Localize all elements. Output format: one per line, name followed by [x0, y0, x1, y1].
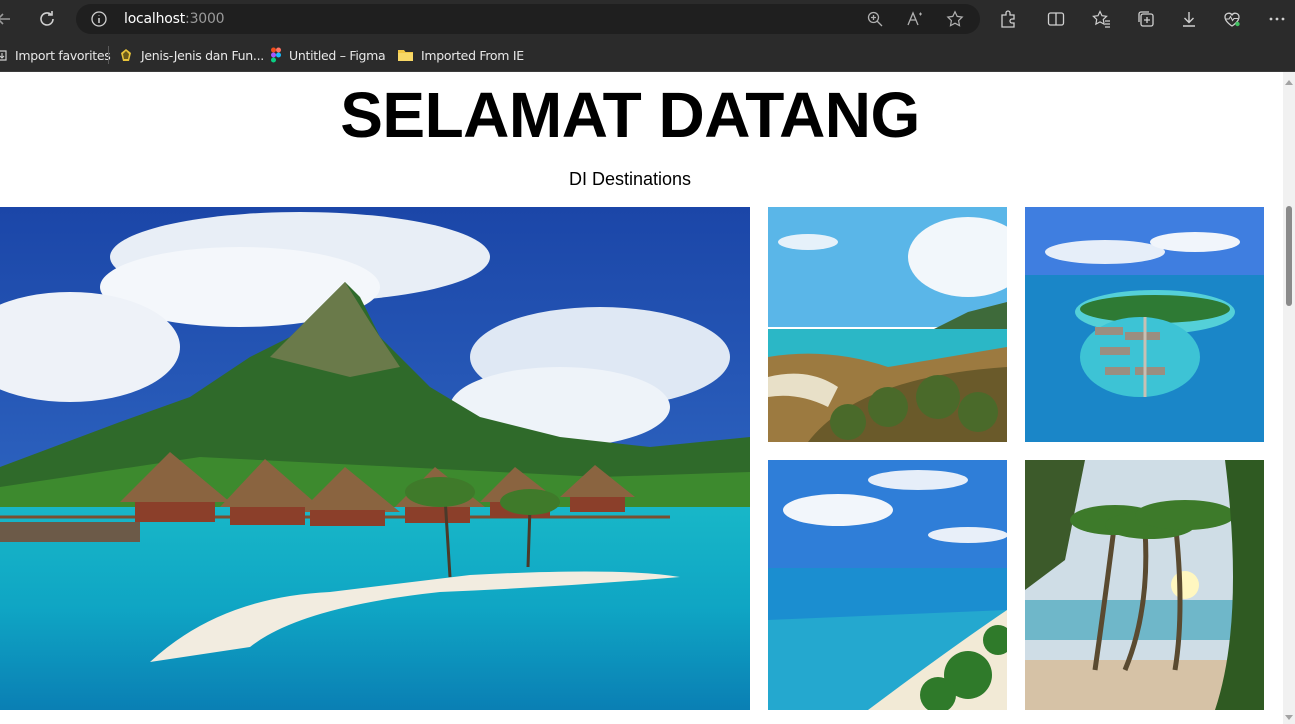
back-icon[interactable]	[0, 8, 16, 30]
folder-icon	[398, 50, 413, 61]
bookmark-divider	[108, 46, 109, 64]
page-viewport: SELAMAT DATANG DI Destinations	[0, 72, 1283, 724]
scroll-up-arrow-icon[interactable]	[1285, 80, 1293, 85]
favorites-icon[interactable]	[1091, 9, 1111, 29]
scroll-down-arrow-icon[interactable]	[1285, 715, 1293, 720]
bookmark-import-favorites[interactable]: Import favorites	[0, 46, 111, 64]
site-info-icon[interactable]	[90, 10, 108, 28]
bookmark-figma[interactable]: Untitled – Figma	[270, 46, 386, 64]
more-menu-icon[interactable]	[1267, 9, 1287, 29]
bookmark-jenis-jenis[interactable]: Jenis-Jenis dan Fun...	[118, 46, 264, 64]
bookmark-imported-from-ie[interactable]: Imported From IE	[397, 46, 524, 64]
bookmark-label: Imported From IE	[421, 47, 524, 63]
browser-toolbar: localhost:3000	[0, 0, 1295, 38]
gallery-image-beach-aerial	[768, 460, 1007, 710]
gallery-image-coast	[768, 207, 1007, 442]
resort-island-photo	[1025, 207, 1264, 442]
bookmark-label: Jenis-Jenis dan Fun...	[141, 47, 264, 63]
read-aloud-icon[interactable]	[906, 10, 924, 28]
coastline-photo	[768, 207, 1007, 442]
address-text[interactable]: localhost:3000	[124, 11, 225, 27]
import-icon	[0, 50, 7, 61]
gallery-image-main	[0, 207, 750, 710]
bookmark-label: Untitled – Figma	[289, 47, 386, 63]
zoom-icon[interactable]	[866, 10, 884, 28]
url-host: localhost	[124, 11, 186, 27]
downloads-icon[interactable]	[1179, 9, 1199, 29]
browser-essentials-icon[interactable]	[1222, 9, 1242, 29]
bookmarks-bar: Import favorites Jenis-Jenis dan Fun... …	[0, 38, 1295, 72]
url-port: :3000	[185, 11, 225, 27]
scrollbar-thumb[interactable]	[1286, 206, 1292, 306]
gallery-image-resort-island	[1025, 207, 1264, 442]
favorite-star-icon[interactable]	[946, 10, 964, 28]
bungalows-mountain-photo	[0, 207, 750, 710]
page-subtitle: DI Destinations	[568, 169, 692, 189]
extensions-icon[interactable]	[998, 9, 1018, 29]
beach-aerial-photo	[768, 460, 1007, 710]
refresh-icon[interactable]	[36, 8, 58, 30]
page-title: SELAMAT DATANG	[340, 79, 920, 151]
split-screen-icon[interactable]	[1046, 9, 1066, 29]
address-bar[interactable]: localhost:3000	[76, 4, 980, 34]
bookmark-label: Import favorites	[15, 47, 111, 63]
vertical-scrollbar[interactable]	[1283, 72, 1295, 724]
figma-icon	[271, 47, 281, 63]
palms-sunset-photo	[1025, 460, 1264, 710]
collections-icon[interactable]	[1136, 9, 1156, 29]
site-favicon	[121, 49, 131, 61]
gallery-image-palms-sunset	[1025, 460, 1264, 710]
